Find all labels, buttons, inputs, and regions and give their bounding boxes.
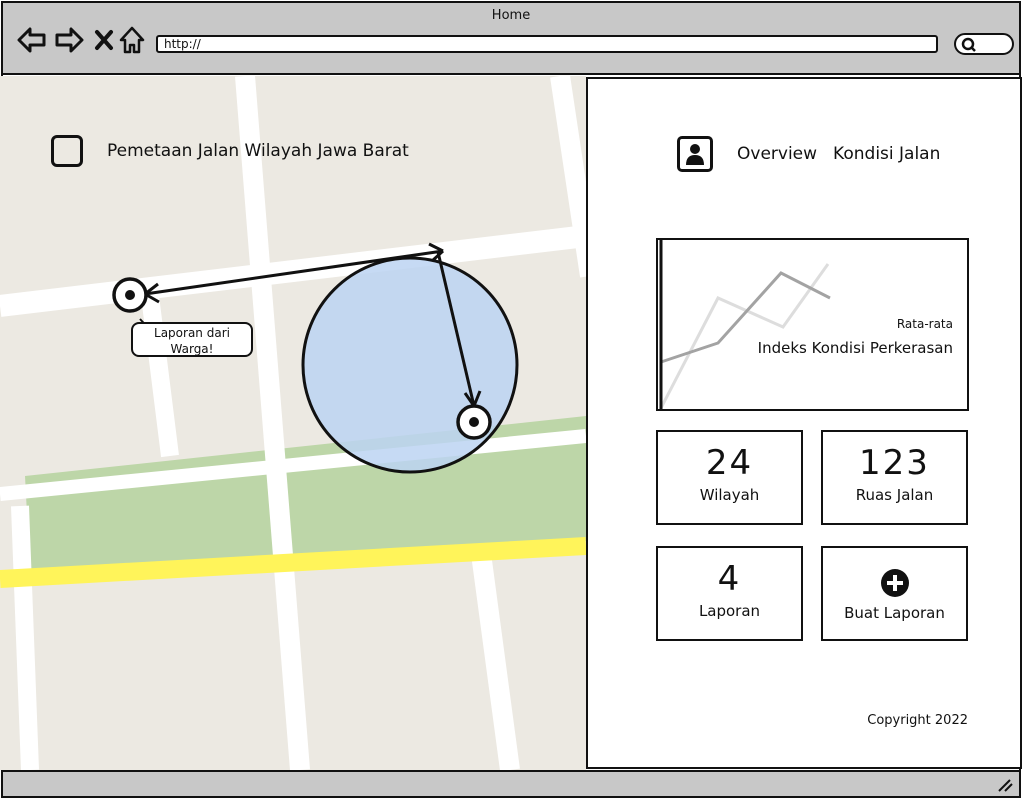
map-header: Pemetaan Jalan Wilayah Jawa Barat xyxy=(51,135,409,167)
resize-grip-icon[interactable] xyxy=(997,778,1013,792)
stat-card-ruas-jalan[interactable]: 123 Ruas Jalan xyxy=(821,430,968,525)
map-title: Pemetaan Jalan Wilayah Jawa Barat xyxy=(107,141,409,161)
home-icon[interactable] xyxy=(117,23,147,57)
copyright-text: Copyright 2022 xyxy=(867,713,968,728)
stat-value: 123 xyxy=(859,443,930,483)
stat-label: Ruas Jalan xyxy=(855,486,934,504)
status-bar xyxy=(1,770,1021,798)
road-condition-link[interactable]: Kondisi Jalan xyxy=(833,144,940,164)
map-canvas xyxy=(0,76,586,770)
tab-title[interactable]: Home xyxy=(3,8,1019,23)
stat-label: Laporan xyxy=(698,602,761,620)
browser-search-field[interactable] xyxy=(954,33,1014,55)
pavement-index-card[interactable]: Rata-rata Indeks Kondisi Perkerasan xyxy=(656,238,969,411)
overview-link[interactable]: Overview xyxy=(737,144,817,164)
report-radius-circle[interactable] xyxy=(301,256,519,474)
stat-label: Wilayah xyxy=(699,486,760,504)
road-map[interactable] xyxy=(0,76,586,770)
chart-subtitle: Rata-rata xyxy=(896,317,953,331)
create-report-label: Buat Laporan xyxy=(844,604,945,622)
plus-circle-icon xyxy=(880,569,909,597)
stat-value: 24 xyxy=(705,443,754,483)
forward-arrow-icon[interactable] xyxy=(54,23,84,57)
location-marker-icon[interactable] xyxy=(456,404,492,440)
close-x-icon[interactable] xyxy=(89,23,119,57)
citizen-report-callout[interactable]: Laporan dari Warga! xyxy=(131,322,253,357)
create-report-button[interactable]: Buat Laporan xyxy=(821,546,968,641)
chart-axes xyxy=(659,240,663,409)
panel-header: Overview Kondisi Jalan xyxy=(677,136,940,172)
search-icon xyxy=(961,37,976,52)
location-marker-icon[interactable] xyxy=(112,277,148,313)
back-arrow-icon[interactable] xyxy=(17,23,47,57)
chart-title: Indeks Kondisi Perkerasan xyxy=(757,339,953,357)
callout-text: Laporan dari Warga! xyxy=(154,326,230,356)
stat-card-laporan[interactable]: 4 Laporan xyxy=(656,546,803,641)
user-icon[interactable] xyxy=(677,136,713,172)
stat-card-wilayah[interactable]: 24 Wilayah xyxy=(656,430,803,525)
overview-panel: Overview Kondisi Jalan Rata-rata Indeks … xyxy=(586,77,1022,769)
browser-toolbar: Home http:// xyxy=(1,1,1021,75)
menu-square-icon[interactable] xyxy=(51,135,83,167)
url-input[interactable]: http:// xyxy=(156,35,938,53)
stat-value: 4 xyxy=(717,559,742,599)
